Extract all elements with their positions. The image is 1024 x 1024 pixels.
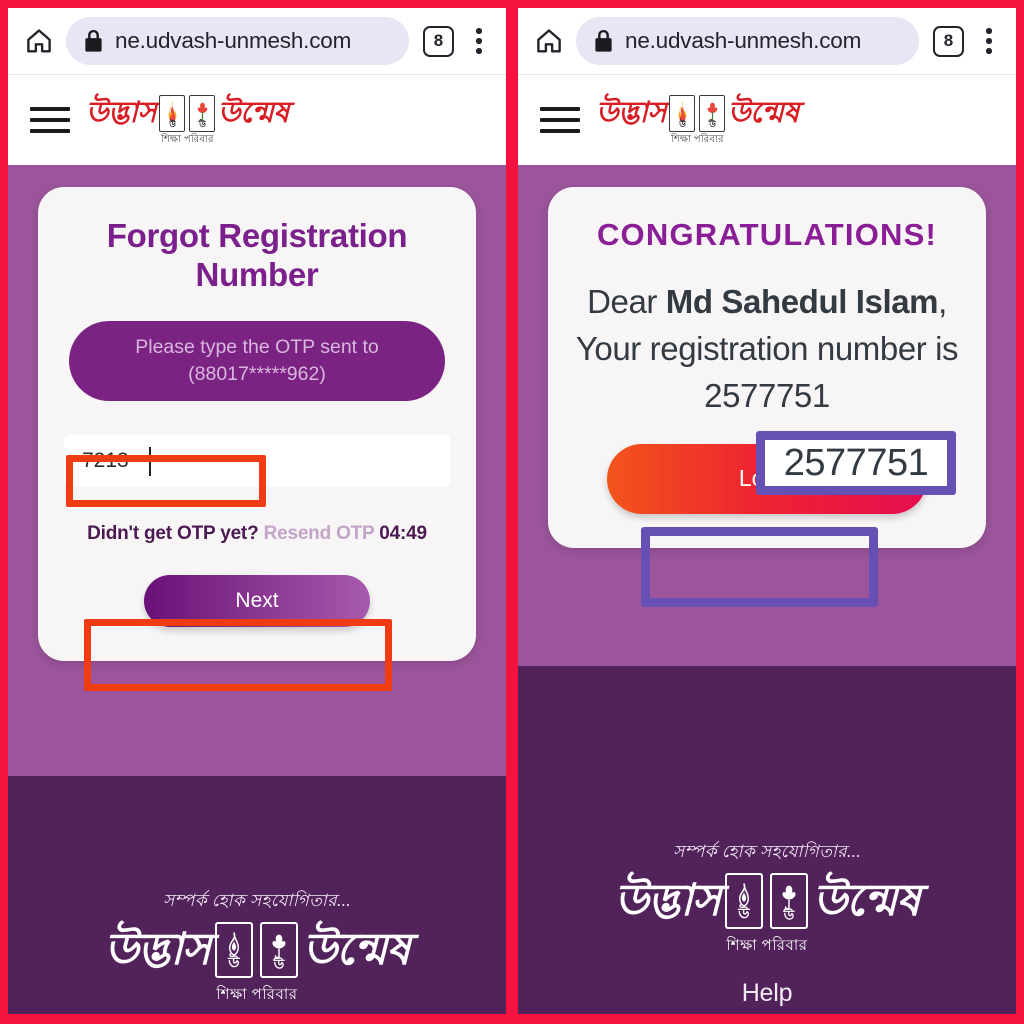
- text-caret: [149, 446, 151, 476]
- registration-sentence: Your registration number is: [575, 329, 959, 367]
- brand-logo-header[interactable]: উদ্ভাস উ উ উন্মেষ শিক্ষা পরিবার: [86, 95, 289, 145]
- footer-left: সম্পর্ক হোক সহযোগিতার... উদ্ভাস উ উ উন্ম…: [8, 776, 506, 1014]
- address-bar[interactable]: ne.udvash-unmesh.com: [576, 17, 919, 65]
- svg-text:উ: উ: [198, 118, 206, 128]
- lock-icon: [594, 29, 613, 53]
- flame-icon: উ: [724, 873, 763, 929]
- browser-chrome-right: ne.udvash-unmesh.com 8: [518, 8, 1016, 75]
- svg-text:উ: উ: [737, 903, 751, 922]
- resend-otp-link[interactable]: Resend OTP: [264, 523, 375, 544]
- flame-icon: উ: [669, 95, 696, 132]
- logo-subtitle: শিক্ষা পরিবার: [160, 134, 214, 145]
- svg-text:উ: উ: [678, 118, 686, 128]
- logo-word-udvash: উদ্ভাস: [596, 97, 667, 129]
- resend-timer: 04:49: [379, 522, 427, 544]
- footer-logo-subtitle: শিক্ষা পরিবার: [726, 938, 808, 954]
- hamburger-icon[interactable]: [30, 107, 70, 133]
- forgot-registration-card: Forgot Registration Number Please type t…: [38, 187, 476, 661]
- footer-logo-word-unmesh: উন্মেষ: [302, 925, 411, 974]
- brand-logo-header[interactable]: উদ্ভাস উ উ উন্মেষ শিক্ষা পরিবার: [596, 95, 799, 145]
- left-phone-panel: ne.udvash-unmesh.com 8 উদ্ভাস উ উ উন্মেষ…: [8, 8, 506, 1014]
- tulip-icon: উ: [769, 873, 808, 929]
- brand-logo-footer: উদ্ভাস উ উ উন্মেষ শিক্ষা পরিবার: [105, 922, 410, 1008]
- otp-input[interactable]: [64, 434, 450, 487]
- login-button[interactable]: Login: [607, 443, 927, 514]
- hamburger-icon[interactable]: [540, 107, 580, 133]
- logo-subtitle: শিক্ষা পরিবার: [670, 134, 724, 145]
- footer-tagline: সম্পর্ক হোক সহযোগিতার...: [163, 891, 351, 910]
- otp-info-banner: Please type the OTP sent to (88017*****9…: [69, 320, 445, 401]
- help-link[interactable]: Help: [742, 979, 793, 1008]
- registration-number: 2577751: [704, 376, 830, 414]
- screenshot-frame: ne.udvash-unmesh.com 8 উদ্ভাস উ উ উন্মেষ…: [0, 0, 1024, 1024]
- left-page-body: Forgot Registration Number Please type t…: [8, 165, 506, 1014]
- lock-icon: [84, 29, 103, 53]
- home-icon[interactable]: [532, 24, 566, 58]
- flame-icon: উ: [159, 95, 186, 132]
- page-title: Forgot Registration Number: [106, 217, 408, 293]
- kebab-menu-icon[interactable]: [976, 24, 1002, 58]
- footer-logo-word-unmesh: উন্মেষ: [812, 876, 921, 925]
- tab-count-button[interactable]: 8: [423, 25, 454, 57]
- svg-text:উ: উ: [227, 952, 241, 971]
- svg-text:উ: উ: [273, 956, 285, 971]
- tulip-icon: উ: [259, 922, 298, 978]
- congratulations-card: CONGRATULATIONS! Dear Md Sahedul Islam, …: [548, 187, 986, 548]
- otp-input-wrapper: [64, 434, 450, 487]
- footer-tagline: সম্পর্ক হোক সহযোগিতার...: [673, 842, 861, 861]
- user-name: Md Sahedul Islam: [665, 283, 939, 320]
- browser-chrome-left: ne.udvash-unmesh.com 8: [8, 8, 506, 75]
- svg-text:উ: উ: [783, 907, 795, 922]
- left-content-area: Forgot Registration Number Please type t…: [8, 165, 506, 776]
- flame-icon: উ: [214, 922, 253, 978]
- congratulations-title: CONGRATULATIONS!: [596, 217, 938, 252]
- address-bar[interactable]: ne.udvash-unmesh.com: [66, 17, 409, 65]
- resend-row: Didn't get OTP yet? Resend OTP 04:49: [64, 523, 450, 545]
- tulip-icon: উ: [189, 95, 216, 132]
- kebab-menu-icon[interactable]: [466, 24, 492, 58]
- brand-logo-footer: উদ্ভাস উ উ উন্মেষ শিক্ষা পরিবার: [615, 873, 920, 959]
- site-header-left: উদ্ভাস উ উ উন্মেষ শিক্ষা পরিবার: [8, 75, 506, 165]
- congratulations-message: Dear Md Sahedul Islam, Your registration…: [574, 279, 960, 420]
- svg-text:উ: উ: [708, 118, 716, 128]
- right-phone-panel: ne.udvash-unmesh.com 8 উদ্ভাস উ উ উন্মেষ…: [518, 8, 1016, 1014]
- logo-word-unmesh: উন্মেষ: [218, 97, 289, 129]
- footer-logo-word-udvash: উদ্ভাস: [104, 925, 211, 974]
- home-icon[interactable]: [22, 24, 56, 58]
- site-header-right: উদ্ভাস উ উ উন্মেষ শিক্ষা পরিবার: [518, 75, 1016, 165]
- next-button[interactable]: Next: [144, 574, 370, 627]
- otp-banner-line1: Please type the OTP sent to: [135, 335, 379, 358]
- svg-text:উ: উ: [168, 118, 176, 128]
- resend-prompt: Didn't get OTP yet?: [87, 522, 259, 544]
- url-text: ne.udvash-unmesh.com: [625, 28, 862, 53]
- tab-count-button[interactable]: 8: [933, 25, 964, 57]
- greeting-comma: ,: [938, 283, 947, 320]
- greeting-prefix: Dear: [587, 283, 666, 320]
- logo-word-udvash: উদ্ভাস: [86, 97, 157, 129]
- right-content-area: CONGRATULATIONS! Dear Md Sahedul Islam, …: [518, 165, 1016, 666]
- footer-right: সম্পর্ক হোক সহযোগিতার... উদ্ভাস উ উ উন্ম…: [518, 666, 1016, 1014]
- otp-banner-line2: (88017*****962): [188, 362, 326, 385]
- footer-logo-word-udvash: উদ্ভাস: [614, 876, 721, 925]
- right-page-body: CONGRATULATIONS! Dear Md Sahedul Islam, …: [518, 165, 1016, 1014]
- logo-word-unmesh: উন্মেষ: [728, 97, 799, 129]
- url-text: ne.udvash-unmesh.com: [115, 28, 352, 53]
- tulip-icon: উ: [699, 95, 726, 132]
- footer-logo-subtitle: শিক্ষা পরিবার: [216, 987, 298, 1003]
